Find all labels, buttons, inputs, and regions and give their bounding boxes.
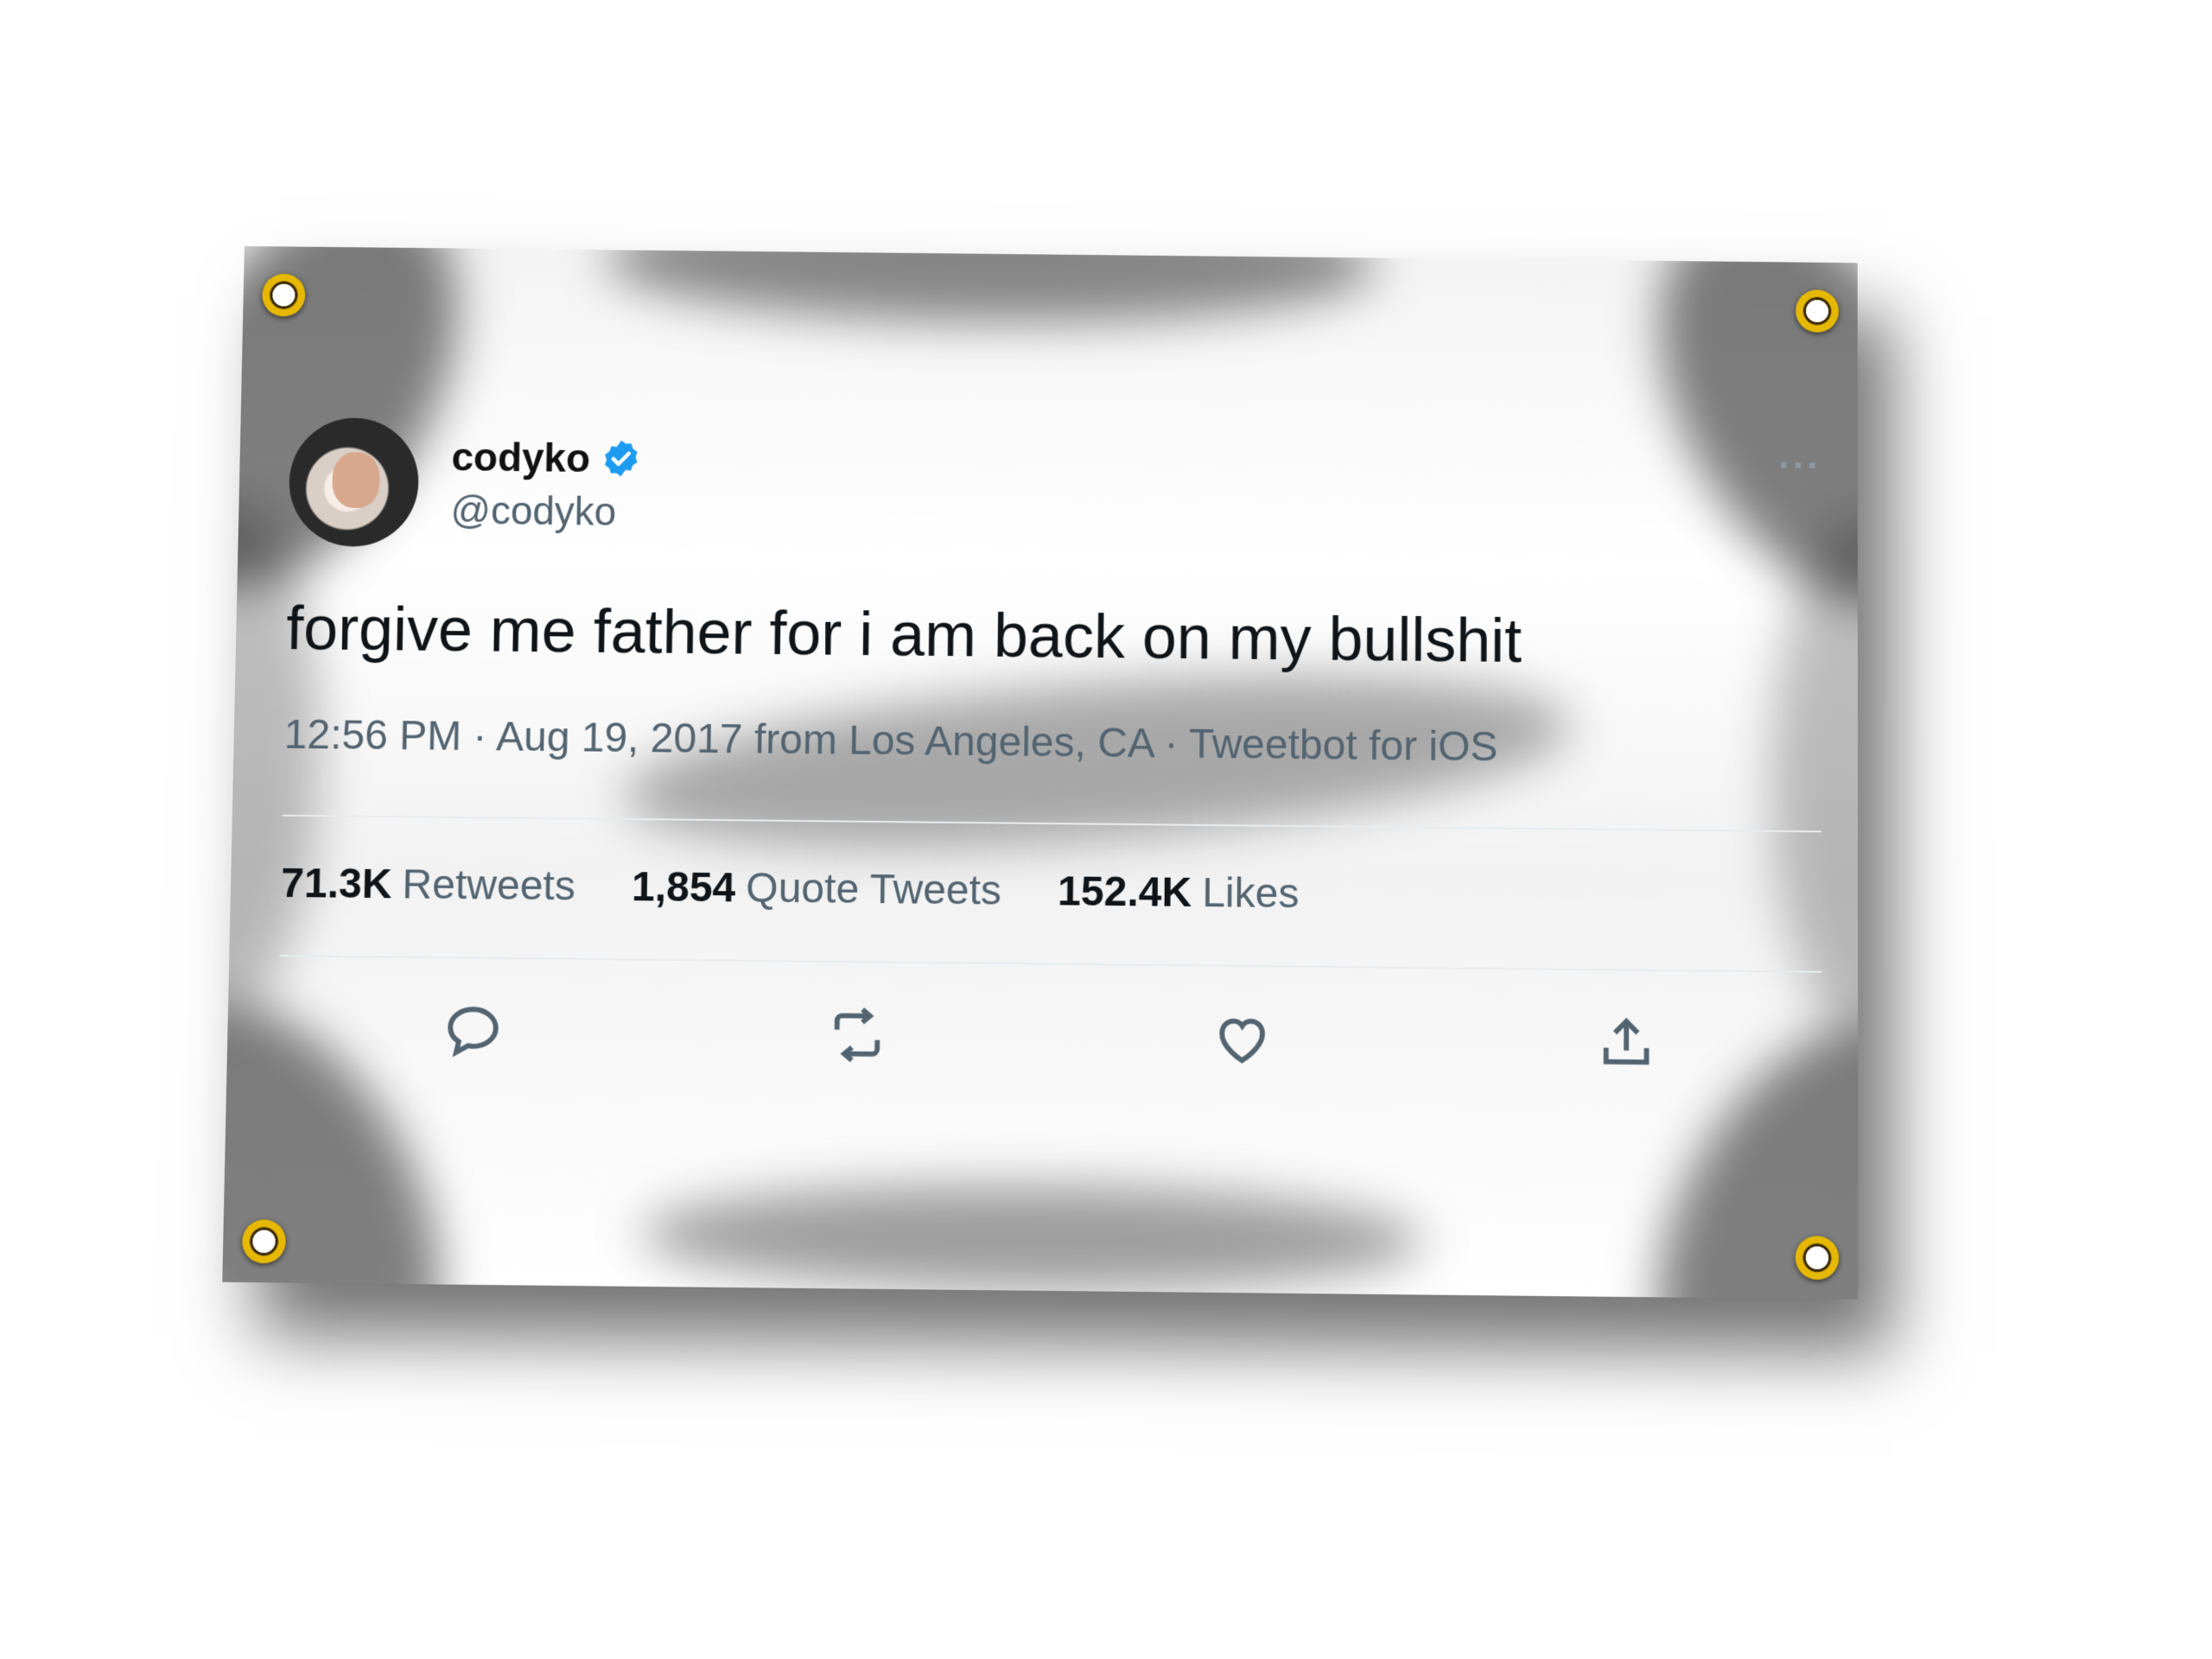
tweet-card: codyko @codyko ··· forgive me father for… xyxy=(277,416,1822,1080)
stat-value: 152.4K xyxy=(1057,868,1192,917)
tweet-text: forgive me father for i am back on my bu… xyxy=(285,594,1522,676)
stat-value: 71.3K xyxy=(280,860,392,908)
grommet-icon xyxy=(1796,289,1839,333)
stat-quote-tweets[interactable]: 1,854 Quote Tweets xyxy=(632,863,1002,915)
stat-value: 1,854 xyxy=(631,864,736,912)
fold-shadow xyxy=(639,1181,1424,1295)
grommet-icon xyxy=(262,273,306,317)
divider xyxy=(279,955,1822,973)
stat-label: Retweets xyxy=(401,861,576,910)
more-options-icon[interactable]: ··· xyxy=(1778,445,1821,488)
handle[interactable]: @codyko xyxy=(450,486,641,535)
stat-likes[interactable]: 152.4K Likes xyxy=(1058,868,1300,918)
reply-icon[interactable] xyxy=(442,1000,505,1065)
share-icon[interactable] xyxy=(1596,1012,1656,1077)
display-name-row: codyko xyxy=(451,434,642,482)
stat-label: Quote Tweets xyxy=(745,865,1002,914)
like-icon[interactable] xyxy=(1211,1008,1273,1074)
stat-retweets[interactable]: 71.3K Retweets xyxy=(281,860,576,911)
tweet-header: codyko @codyko ··· xyxy=(288,416,1821,562)
tweet-meta: 12:56 PM · Aug 19, 2017 from Los Angeles… xyxy=(283,711,1498,771)
tweet-actions xyxy=(277,998,1821,1079)
display-name[interactable]: codyko xyxy=(451,434,590,481)
author-info: codyko @codyko xyxy=(450,434,642,535)
verified-badge-icon xyxy=(604,440,638,477)
tweet-stats: 71.3K Retweets 1,854 Quote Tweets 152.4K… xyxy=(281,860,1821,924)
fold-shadow xyxy=(603,245,1377,327)
divider xyxy=(282,814,1822,833)
avatar[interactable] xyxy=(288,416,420,548)
tweet-banner: codyko @codyko ··· forgive me father for… xyxy=(222,245,1859,1300)
stat-label: Likes xyxy=(1201,869,1300,918)
grommet-icon xyxy=(241,1219,287,1264)
grommet-icon xyxy=(1795,1236,1840,1281)
retweet-icon[interactable] xyxy=(827,1004,888,1070)
